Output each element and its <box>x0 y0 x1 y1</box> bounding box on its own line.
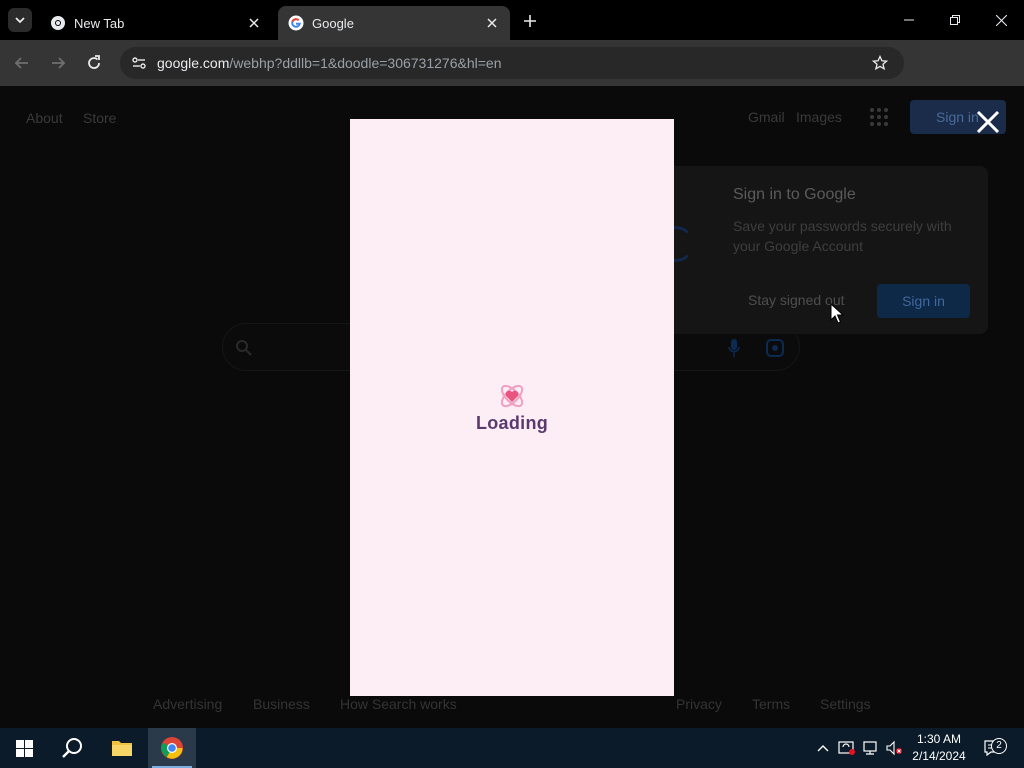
tab-title: Google <box>312 15 354 31</box>
terms-link[interactable]: Terms <box>752 696 790 712</box>
gmail-link[interactable]: Gmail <box>748 109 785 125</box>
forward-button[interactable] <box>46 51 70 75</box>
minimize-button[interactable] <box>886 0 932 40</box>
reload-icon <box>88 55 100 69</box>
google-g-icon <box>288 15 304 31</box>
show-hidden-icons-button[interactable] <box>814 738 832 758</box>
bookmark-star-icon[interactable] <box>870 53 890 73</box>
microphone-icon[interactable] <box>727 338 741 358</box>
restore-icon <box>950 15 960 25</box>
advertising-link[interactable]: Advertising <box>153 696 222 712</box>
clock-time: 1:30 AM <box>916 732 962 746</box>
close-tab-icon[interactable] <box>246 15 262 31</box>
popup-sign-in-button[interactable]: Sign in <box>877 284 970 318</box>
popup-title: Sign in to Google <box>733 186 856 203</box>
tab-title: New Tab <box>74 15 125 31</box>
file-explorer-button[interactable] <box>98 728 146 768</box>
volume-button[interactable] <box>886 738 904 758</box>
windows-taskbar: 1:30 AM 2/14/2024 <box>0 728 1024 768</box>
search-icon <box>62 738 82 758</box>
close-icon <box>995 14 1007 26</box>
close-modal-button[interactable] <box>974 108 1002 136</box>
signin-promo-popup: Sign in to Google Save your passwords se… <box>634 166 988 334</box>
close-tab-icon[interactable] <box>484 15 500 31</box>
store-link[interactable]: Store <box>83 110 116 126</box>
windows-logo-icon <box>15 739 33 757</box>
network-button[interactable] <box>862 738 880 758</box>
tray-app-icon[interactable] <box>838 738 856 758</box>
heart-atom-icon <box>500 384 524 408</box>
browser-titlebar: New Tab Google <box>0 0 1024 40</box>
close-icon <box>976 110 1000 134</box>
new-tab-button[interactable] <box>518 10 542 32</box>
sync-icon <box>838 741 855 755</box>
start-button[interactable] <box>0 728 48 768</box>
reload-button[interactable] <box>82 51 106 75</box>
tab-new-tab[interactable]: New Tab <box>40 6 272 40</box>
chrome-icon <box>161 737 183 759</box>
google-apps-icon[interactable] <box>870 108 888 126</box>
arrow-right-icon <box>52 57 66 69</box>
loading-text: Loading <box>475 413 549 433</box>
close-window-button[interactable] <box>978 0 1024 40</box>
minimize-icon <box>904 19 914 21</box>
images-link[interactable]: Images <box>796 109 842 125</box>
popup-description: Save your passwords securely with your G… <box>733 218 952 254</box>
chevron-up-icon <box>817 745 829 752</box>
privacy-link[interactable]: Privacy <box>676 696 722 712</box>
site-info-icon[interactable] <box>122 47 156 79</box>
chrome-icon <box>50 15 66 31</box>
clock-date: 2/14/2024 <box>912 749 966 763</box>
how-search-works-link[interactable]: How Search works <box>340 696 457 712</box>
mouse-cursor-icon <box>830 303 844 324</box>
url-text: google.com/webhp?ddllb=1&doodle=30673127… <box>157 55 501 71</box>
address-bar[interactable]: google.com/webhp?ddllb=1&doodle=30673127… <box>120 47 904 79</box>
restore-button[interactable] <box>932 0 978 40</box>
tab-search-button[interactable] <box>8 8 32 32</box>
network-icon <box>863 741 877 755</box>
search-button[interactable] <box>48 728 96 768</box>
back-button[interactable] <box>10 51 34 75</box>
google-homepage: About Store Gmail Images Sign in Adverti… <box>0 86 1024 728</box>
arrow-left-icon <box>14 57 28 69</box>
system-clock[interactable]: 1:30 AM 2/14/2024 <box>906 731 972 765</box>
google-lens-icon[interactable] <box>765 338 785 358</box>
loading-indicator: Loading <box>350 381 674 434</box>
tab-google[interactable]: Google <box>278 6 510 40</box>
doodle-modal: Loading <box>350 119 674 696</box>
volume-muted-icon <box>886 740 902 756</box>
business-link[interactable]: Business <box>253 696 310 712</box>
chevron-down-icon <box>15 17 25 24</box>
chrome-taskbar-button[interactable] <box>148 728 196 768</box>
notification-count-badge: 2 <box>991 738 1007 754</box>
folder-icon <box>112 741 132 756</box>
search-icon <box>236 340 252 356</box>
url-path: /webhp?ddllb=1&doodle=306731276&hl=en <box>229 55 502 71</box>
about-link[interactable]: About <box>26 110 63 126</box>
url-host: google.com <box>157 55 230 71</box>
settings-link[interactable]: Settings <box>820 696 871 712</box>
plus-icon <box>524 15 536 27</box>
